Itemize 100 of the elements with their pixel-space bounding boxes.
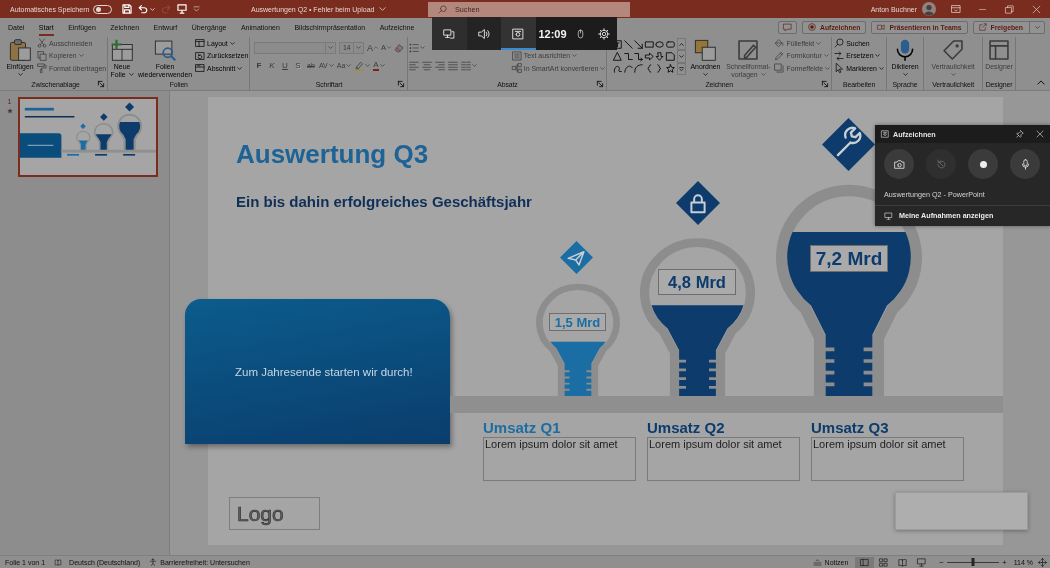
folded-corner-shape-icon[interactable]	[665, 51, 675, 61]
freeform-shape-icon[interactable]	[613, 64, 623, 74]
caret-down-icon	[1035, 25, 1040, 29]
search-icon	[438, 4, 447, 14]
restore-icon[interactable]	[1005, 4, 1014, 14]
callout-text: Zum Jahresende starten wir durch!	[235, 365, 413, 378]
zoom-out-button[interactable]: −	[939, 557, 944, 567]
gallery-up-button[interactable]	[677, 38, 687, 51]
body-text-box: Lorem ipsum dolor sit amet	[811, 437, 964, 481]
reading-view-icon	[898, 557, 908, 567]
mouse-icon[interactable]	[576, 27, 585, 40]
align-right-icon	[435, 60, 446, 71]
more-shapes-icon	[679, 66, 685, 71]
caret-down-icon	[237, 66, 243, 70]
caret-down-icon	[823, 54, 829, 58]
reset-icon	[195, 50, 206, 61]
scroll-up-icon	[679, 42, 685, 46]
arrow-line-shape-icon[interactable]	[634, 39, 644, 49]
curve-shape-icon[interactable]	[623, 64, 633, 74]
record-button[interactable]	[968, 149, 998, 179]
left-brace-icon[interactable]	[646, 64, 652, 74]
cursor-icon	[834, 63, 845, 74]
layout-icon	[195, 38, 206, 49]
caret-down-icon[interactable]	[150, 7, 156, 11]
caret-down-icon	[365, 64, 371, 67]
caret-down-icon	[572, 54, 578, 58]
gallery-more-button[interactable]	[677, 62, 687, 75]
zoom-slider-thumb[interactable]	[971, 558, 975, 566]
avatar-icon[interactable]	[922, 2, 936, 16]
slideshow-icon	[917, 557, 927, 567]
column-heading: Umsatz Q3	[811, 418, 890, 437]
star-shape-icon[interactable]	[665, 64, 675, 74]
elbow-arrow-connector-icon[interactable]	[634, 51, 644, 61]
book-icon[interactable]	[54, 558, 63, 566]
settings-icon[interactable]	[598, 27, 610, 40]
gallery-down-button[interactable]	[677, 50, 687, 63]
caret-down-icon	[379, 64, 385, 67]
rectangle-shape-icon[interactable]	[644, 39, 654, 49]
microphone-button[interactable]	[1010, 149, 1040, 179]
caret-down-icon	[902, 73, 908, 76]
triangle-shape-icon[interactable]	[613, 51, 623, 61]
copy-icon	[37, 50, 47, 61]
customize-caret-icon[interactable]	[193, 6, 201, 12]
caret-down-icon	[420, 46, 426, 49]
dialog-launcher-icon[interactable]	[398, 81, 405, 87]
scissors-icon	[37, 38, 47, 49]
caret-down-icon	[760, 73, 766, 76]
fit-to-window-icon[interactable]	[1038, 557, 1047, 567]
share-icon	[978, 23, 987, 31]
microphone-icon	[1019, 158, 1031, 170]
right-arrow-shape-icon[interactable]	[644, 51, 654, 61]
square-shadow-icon	[774, 63, 785, 74]
caret-down-icon	[878, 66, 884, 70]
caret-down-icon	[229, 41, 235, 45]
screenshot-button[interactable]	[884, 149, 914, 179]
caret-down-icon	[17, 73, 23, 76]
dialog-launcher-icon[interactable]	[597, 81, 604, 87]
arc-shape-icon[interactable]	[634, 64, 644, 74]
caret-down-icon	[472, 64, 478, 67]
rounded-rectangle-shape-icon[interactable]	[665, 39, 675, 49]
line-shape-icon[interactable]	[623, 39, 633, 49]
zoom-in-button[interactable]: +	[1002, 557, 1007, 567]
ribbon-display-icon[interactable]	[950, 4, 961, 14]
close-icon[interactable]	[1032, 4, 1041, 14]
presentation-screen-icon[interactable]	[177, 4, 188, 14]
column-heading: Umsatz Q2	[647, 418, 726, 437]
save-icon[interactable]	[122, 4, 133, 14]
comments-button[interactable]	[778, 20, 798, 34]
slide-title: Auswertung Q3	[236, 139, 429, 169]
body-text-box: Lorem ipsum dolor sit amet	[647, 437, 800, 481]
capture-button[interactable]	[501, 17, 536, 50]
close-icon[interactable]	[1036, 130, 1044, 138]
undo-icon[interactable]	[138, 4, 149, 14]
normal-view-button[interactable]	[855, 556, 875, 568]
caret-down-icon	[356, 46, 362, 49]
widget-menu-button[interactable]	[432, 17, 467, 50]
replace-icon	[834, 50, 845, 61]
paintbrush-icon	[37, 63, 47, 74]
align-center-icon	[422, 60, 433, 71]
dialog-launcher-icon[interactable]	[822, 81, 829, 87]
value-label: 4,8 Mrd	[658, 269, 736, 295]
caret-down-icon	[702, 73, 708, 76]
audio-button[interactable]	[466, 17, 501, 50]
clipboard-icon	[9, 39, 31, 61]
oval-shape-icon[interactable]	[655, 39, 665, 49]
chevron-down-icon	[379, 7, 387, 11]
chevron-up-icon[interactable]	[1037, 80, 1045, 85]
caret-down-icon	[950, 73, 956, 76]
right-brace-icon[interactable]	[657, 64, 662, 74]
value-label: 1,5 Mrd	[549, 313, 606, 331]
new-slide-icon	[111, 39, 134, 61]
elbow-connector-icon[interactable]	[623, 51, 633, 61]
minimize-icon[interactable]	[978, 8, 987, 10]
slide-sorter-icon	[879, 557, 889, 567]
caret-down-icon	[825, 66, 831, 70]
dialog-launcher-icon[interactable]	[98, 81, 105, 87]
value-label: 7,2 Mrd	[810, 245, 888, 272]
pin-icon[interactable]	[1016, 130, 1024, 138]
clock-time: 12:09	[537, 26, 568, 42]
down-arrow-shape-icon[interactable]	[655, 51, 665, 61]
